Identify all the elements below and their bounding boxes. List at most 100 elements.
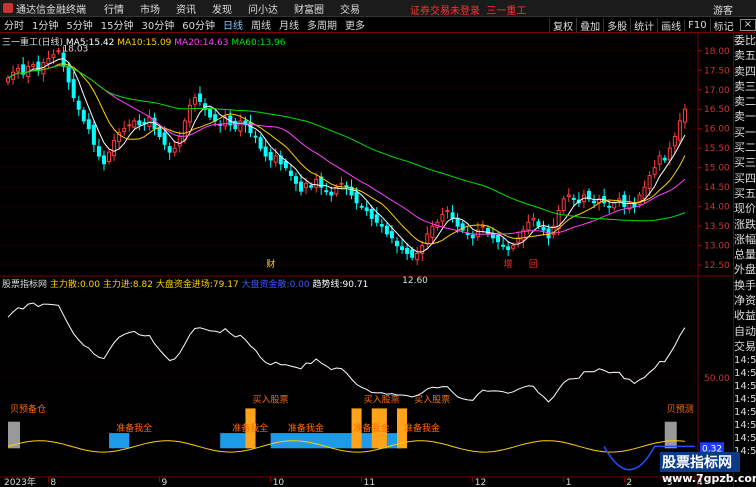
candle-body <box>112 139 117 157</box>
candle-body <box>258 137 263 149</box>
period-weekly[interactable]: 周线 <box>247 17 275 32</box>
candle-body <box>682 108 687 123</box>
candle-body <box>566 194 571 198</box>
indicator-field: 大盘资金散:0.00 <box>241 280 310 290</box>
candle-body <box>122 128 127 132</box>
indicator-field: 主力进:8.82 <box>102 280 153 290</box>
menu-wealth[interactable]: 财富圈 <box>294 1 324 16</box>
price-tick-label: 13.00 <box>704 242 730 252</box>
menu-discover[interactable]: 发现 <box>212 1 232 16</box>
candle-body <box>445 210 450 213</box>
overlay-button[interactable]: 叠加 <box>576 17 603 33</box>
candle-body <box>167 146 172 153</box>
side-label[interactable]: 交易 <box>734 339 756 354</box>
price-tick-label: 15.50 <box>704 144 730 154</box>
chart-header: 三一重工(日线) <box>2 38 64 48</box>
low-price-label: 12.60 <box>402 276 428 286</box>
side-label: 买二 <box>734 141 756 155</box>
candle-body <box>374 214 379 223</box>
finance-event-marker: 财 <box>266 258 275 270</box>
candle-body <box>607 205 612 208</box>
candle-body <box>647 174 652 189</box>
candle-body <box>329 191 334 196</box>
candle-body <box>405 247 410 254</box>
signal-annotation: 准备我金 <box>404 422 440 434</box>
price-tick-label: 16.50 <box>704 105 730 115</box>
side-label: 卖五 <box>734 49 756 63</box>
menu-trade[interactable]: 交易 <box>340 1 360 16</box>
candle-body <box>288 170 293 176</box>
period-tick[interactable]: 分时 <box>0 17 28 32</box>
price-tick-label: 14.00 <box>704 203 730 213</box>
candle-body <box>536 221 541 227</box>
candle-body <box>470 234 475 239</box>
chart-area[interactable]: 18.00 17.50 17.00 16.50 16.00 15.50 15.00 14.50… <box>0 33 733 487</box>
period-daily[interactable]: 日线 <box>219 17 247 32</box>
f10-button[interactable]: F10 <box>684 19 709 31</box>
side-label: 现价 <box>734 202 756 216</box>
draw-button[interactable]: 画线 <box>657 17 684 33</box>
kline-chart[interactable]: 18.00 17.50 17.00 16.50 16.00 15.50 15.00 14.50… <box>0 33 733 487</box>
period-15m[interactable]: 15分钟 <box>97 17 138 32</box>
period-60m[interactable]: 60分钟 <box>178 17 219 32</box>
menu-news[interactable]: 资讯 <box>176 1 196 16</box>
x-axis-label: 10 <box>273 478 285 487</box>
candle-body <box>177 136 182 147</box>
increase-event-marker: 增 <box>504 258 513 270</box>
menu-ask[interactable]: 问小达 <box>248 1 278 16</box>
price-tick-label: 13.50 <box>704 222 730 232</box>
side-label: 净资 <box>734 294 756 308</box>
trade-time: 14:5 <box>734 433 756 445</box>
close-icon[interactable]: × <box>739 19 756 31</box>
period-30m[interactable]: 30分钟 <box>137 17 178 32</box>
price-tick-label: 17.50 <box>704 66 730 76</box>
indicator-legend: 股票指标网 主力散:0.00 主力进:8.82 大盘资金进场:79.17 大盘资… <box>2 277 368 290</box>
candle-body <box>273 155 278 163</box>
candle-body <box>86 119 91 130</box>
candle-body <box>642 186 647 199</box>
candle-body <box>46 58 51 65</box>
candle-body <box>359 205 364 208</box>
candle-body <box>192 97 197 105</box>
side-label[interactable]: 自动 <box>734 324 756 339</box>
x-axis-label: 1 <box>566 478 572 487</box>
adjust-button[interactable]: 复权 <box>549 17 576 33</box>
menu-market[interactable]: 市场 <box>140 1 160 16</box>
candle-body <box>268 151 273 161</box>
candle-body <box>425 233 430 244</box>
ma-item: MA10:15.09 <box>117 38 172 48</box>
mark-button[interactable]: 标记 <box>709 17 737 33</box>
candle-body <box>31 63 36 67</box>
candle-body <box>137 120 142 126</box>
buyback-event-marker: 回 <box>529 259 538 270</box>
stats-button[interactable]: 统计 <box>630 17 657 33</box>
period-multi[interactable]: 多周期 <box>303 17 341 32</box>
menu-quotes[interactable]: 行情 <box>104 1 124 16</box>
candle-body <box>652 167 657 175</box>
candle-body <box>612 202 617 209</box>
indicator-field: 大盘资金进场:79.17 <box>155 280 239 290</box>
side-label: 卖一 <box>734 110 756 124</box>
candle-body <box>511 245 516 249</box>
candle-body <box>107 151 112 162</box>
multi-stock-button[interactable]: 多股 <box>603 17 630 33</box>
trade-time: 14:5 <box>734 381 756 393</box>
signal-annotation: 贝预备仓 <box>10 403 46 415</box>
period-5m[interactable]: 5分钟 <box>62 17 96 32</box>
side-label: 买五 <box>734 186 756 200</box>
period-more[interactable]: 更多 <box>341 17 369 32</box>
candle-body <box>132 120 137 128</box>
period-monthly[interactable]: 月线 <box>275 17 303 32</box>
candle-body <box>56 50 61 53</box>
login-alert[interactable]: 证券交易未登录 三一重工 <box>410 2 526 17</box>
period-1m[interactable]: 1分钟 <box>28 17 62 32</box>
candle-body <box>304 182 309 189</box>
candle-body <box>526 221 531 231</box>
candle-body <box>91 124 96 145</box>
candle-body <box>450 212 455 219</box>
guest-label[interactable]: 游客 <box>713 2 733 17</box>
candle-body <box>541 226 546 231</box>
candle-body <box>71 79 76 99</box>
period-toolbar: 分时 1分钟 5分钟 15分钟 30分钟 60分钟 日线 周线 月线 多周期 更… <box>0 17 756 33</box>
candle-body <box>81 109 86 122</box>
